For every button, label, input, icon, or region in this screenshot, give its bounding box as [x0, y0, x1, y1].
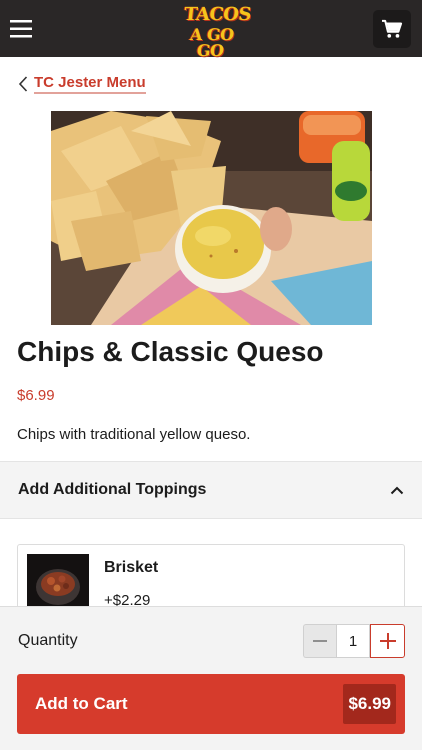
- top-nav-bar: TACOS A GO GO: [0, 0, 422, 60]
- topping-name: Brisket: [104, 559, 159, 576]
- logo-line-2: A GO GO: [189, 25, 235, 60]
- order-bar: Quantity 1 Add to Cart $6.99: [0, 606, 422, 750]
- product-title: Chips & Classic Queso: [17, 336, 324, 367]
- logo-line-1: TACOS: [182, 4, 253, 25]
- product-description: Chips with traditional yellow queso.: [17, 426, 251, 443]
- back-link-label: TC Jester Menu: [34, 74, 146, 94]
- add-to-cart-button[interactable]: Add to Cart $6.99: [17, 674, 405, 734]
- product-image: [51, 111, 372, 325]
- chevron-left-icon: [18, 76, 28, 92]
- decrease-quantity-button[interactable]: [303, 624, 336, 658]
- chevron-up-icon: [390, 486, 404, 495]
- toppings-section-toggle[interactable]: Add Additional Toppings: [0, 461, 422, 519]
- hamburger-menu-icon[interactable]: [0, 0, 42, 57]
- cart-total-badge: $6.99: [343, 684, 396, 724]
- cart-button[interactable]: [373, 9, 411, 48]
- minus-icon: [313, 640, 327, 642]
- quantity-stepper: 1: [303, 624, 405, 658]
- increase-quantity-button[interactable]: [370, 624, 405, 658]
- toppings-section-title: Add Additional Toppings: [18, 481, 207, 498]
- quantity-value[interactable]: 1: [336, 624, 370, 658]
- add-to-cart-label: Add to Cart: [35, 694, 128, 713]
- product-price: $6.99: [17, 387, 55, 404]
- brand-logo[interactable]: TACOS A GO GO: [182, 4, 253, 60]
- plus-icon: [379, 633, 396, 649]
- shopping-cart-icon: [382, 19, 403, 38]
- quantity-label: Quantity: [18, 632, 78, 649]
- back-to-menu-link[interactable]: TC Jester Menu: [18, 74, 146, 94]
